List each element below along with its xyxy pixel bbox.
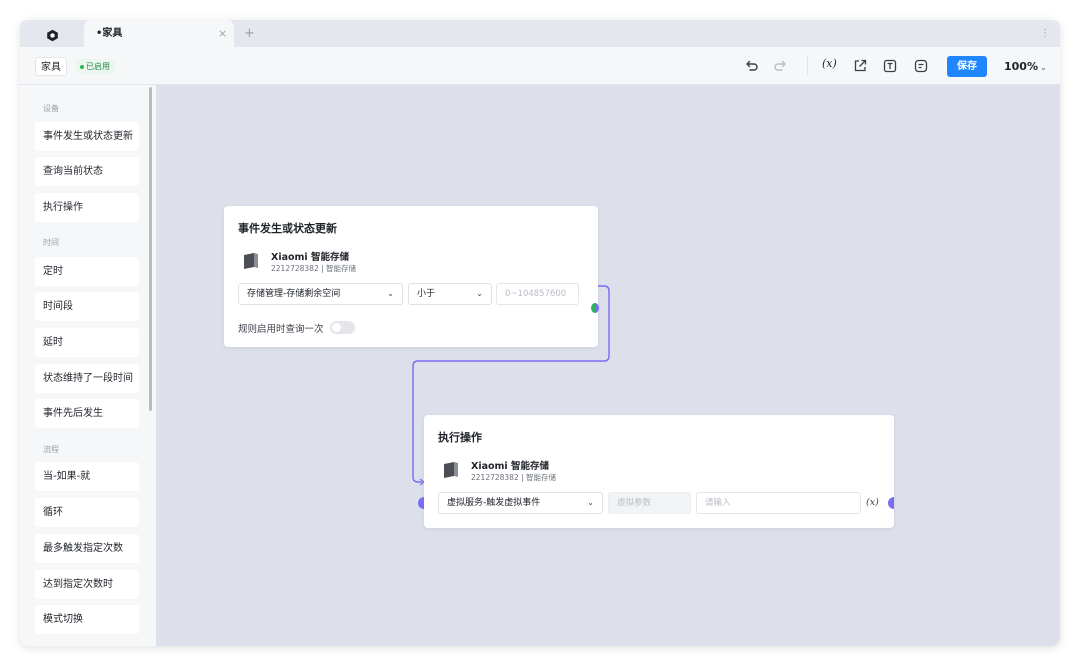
palette-item-when-if-then[interactable]: 当-如果-就 <box>35 462 139 491</box>
virtual-param-field: 虚拟参数 <box>608 492 691 514</box>
palette-item-timer[interactable]: 定时 <box>35 257 139 286</box>
zoom-value: 100% <box>1004 60 1038 73</box>
action-select[interactable]: 虚拟服务-触发虚拟事件 ⌄ <box>438 492 603 514</box>
action-device-sub: 2212728382 | 智能存储 <box>471 473 557 482</box>
event-node-card[interactable]: 事件发生或状态更新 Xiaomi 智能存储 2212728382 | 智能存储 … <box>224 206 599 347</box>
rule-name[interactable]: 家具 <box>35 57 67 76</box>
action-value: 虚拟服务-触发虚拟事件 <box>447 498 541 508</box>
undo-icon[interactable] <box>744 58 760 74</box>
output-port-icon[interactable] <box>591 303 599 313</box>
palette-item-execute[interactable]: 执行操作 <box>35 193 139 222</box>
section-device-title: 设备 <box>43 104 59 113</box>
zoom-select[interactable]: 100% ⌄ <box>1004 56 1047 78</box>
more-menu-icon[interactable]: ⋮ <box>1040 20 1050 47</box>
palette-item-max-trigger[interactable]: 最多触发指定次数 <box>35 534 139 563</box>
chevron-down-icon: ⌄ <box>587 498 594 507</box>
palette-item-sequence[interactable]: 事件先后发生 <box>35 399 139 428</box>
event-device-name: Xiaomi 智能存储 <box>271 252 349 263</box>
palette-item-query-state[interactable]: 查询当前状态 <box>35 157 139 186</box>
text-icon[interactable] <box>882 58 898 74</box>
toolbar-divider <box>807 57 808 75</box>
threshold-input[interactable]: 0~104857600 <box>496 283 579 305</box>
param-value-input[interactable]: 请输入 <box>696 492 861 514</box>
section-time-title: 时间 <box>43 238 59 247</box>
action-node-title: 执行操作 <box>438 431 482 444</box>
action-device-name: Xiaomi 智能存储 <box>471 461 549 472</box>
export-icon[interactable] <box>852 58 868 74</box>
property-value: 存储管理-存储剩余空间 <box>247 289 341 299</box>
palette-item-time-range[interactable]: 时间段 <box>35 292 139 321</box>
palette-item-count-reached[interactable]: 达到指定次数时 <box>35 570 139 599</box>
note-icon[interactable] <box>913 58 929 74</box>
palette-item-state-duration[interactable]: 状态维持了一段时间 <box>35 364 139 393</box>
redo-icon[interactable] <box>772 58 788 74</box>
operator-value: 小于 <box>417 289 436 299</box>
flow-canvas[interactable]: 事件发生或状态更新 Xiaomi 智能存储 2212728382 | 智能存储 … <box>156 85 1060 646</box>
event-node-title: 事件发生或状态更新 <box>238 222 337 235</box>
variable-icon[interactable]: (x) <box>866 497 879 508</box>
toolbar: 家具 已启用 (x) 保存 100% ⌄ <box>20 47 1060 85</box>
status-badge: 已启用 <box>76 59 115 74</box>
sidebar-scrollbar[interactable] <box>149 87 152 411</box>
chevron-down-icon: ⌄ <box>476 289 483 298</box>
output-port-icon[interactable] <box>888 497 894 509</box>
node-palette: 设备 事件发生或状态更新 查询当前状态 执行操作 时间 定时 时间段 延时 状态… <box>20 85 156 646</box>
status-dot-icon <box>80 64 84 69</box>
status-text: 已启用 <box>86 62 110 71</box>
connection-wire[interactable] <box>156 85 1060 646</box>
variable-icon[interactable]: (x) <box>822 57 837 70</box>
section-flow-title: 流程 <box>43 445 59 454</box>
property-select[interactable]: 存储管理-存储剩余空间 ⌄ <box>238 283 403 305</box>
palette-item-mode-switch[interactable]: 模式切换 <box>35 605 139 634</box>
tab-close-icon[interactable]: × <box>218 20 227 47</box>
tab-title: •家具 <box>96 28 123 39</box>
operator-select[interactable]: 小于 ⌄ <box>408 283 492 305</box>
toggle-knob <box>332 323 341 332</box>
device-icon <box>444 462 458 478</box>
app-window: •家具 × + ⋮ 家具 已启用 (x) 保存 100% ⌄ 设备 事件发生或状… <box>20 20 1060 646</box>
tab-current[interactable]: •家具 <box>84 20 234 47</box>
query-on-enable-label: 规则启用时查询一次 <box>238 324 324 335</box>
tab-bar: •家具 × + ⋮ <box>20 20 1060 47</box>
new-tab-icon[interactable]: + <box>244 20 255 47</box>
input-port-icon[interactable] <box>418 497 424 509</box>
device-icon <box>244 253 258 269</box>
chevron-down-icon: ⌄ <box>387 289 394 298</box>
app-logo-icon[interactable] <box>46 27 59 42</box>
chevron-down-icon: ⌄ <box>1039 63 1047 72</box>
palette-item-event[interactable]: 事件发生或状态更新 <box>35 122 139 151</box>
palette-item-loop[interactable]: 循环 <box>35 498 139 527</box>
action-node-card[interactable]: 执行操作 Xiaomi 智能存储 2212728382 | 智能存储 虚拟服务-… <box>418 415 894 528</box>
event-device-sub: 2212728382 | 智能存储 <box>271 264 357 273</box>
query-on-enable-toggle[interactable] <box>330 321 355 334</box>
palette-item-delay[interactable]: 延时 <box>35 328 139 357</box>
save-button[interactable]: 保存 <box>947 56 987 77</box>
